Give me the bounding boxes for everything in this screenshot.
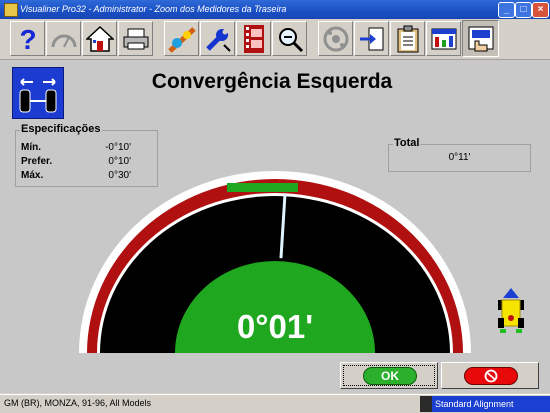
spec-min-label: Mín. — [21, 142, 41, 153]
alignment-button[interactable] — [164, 21, 199, 56]
chart-icon — [431, 28, 456, 49]
wrench-icon — [205, 28, 231, 52]
gauge-reading: 0°01' — [236, 308, 314, 345]
vehicle-info: GM (BR), MONZA, 91-96, All Models — [4, 398, 152, 408]
total-label: Total — [393, 137, 421, 149]
ok-button[interactable]: OK — [340, 362, 438, 389]
gauge-green-zone — [227, 183, 298, 192]
gauge-icon — [51, 34, 76, 47]
window-title: Visualiner Pro32 - Administrator - Zoom … — [20, 4, 287, 14]
mode-icon — [420, 396, 432, 412]
toe-icon — [19, 78, 57, 113]
export-button[interactable] — [354, 21, 389, 56]
app-icon — [4, 3, 18, 17]
cancel-icon — [484, 369, 498, 383]
gauge-button[interactable] — [46, 21, 81, 56]
clipboard-icon — [397, 25, 418, 52]
export-icon — [359, 27, 383, 50]
spec-max-label: Máx. — [21, 170, 44, 181]
alignment-mode-label: Standard Alignment — [435, 399, 514, 409]
chart-button[interactable] — [426, 21, 461, 56]
svg-text:?: ? — [19, 25, 36, 53]
help-button[interactable]: ? — [10, 21, 45, 56]
close-button[interactable]: × — [532, 2, 549, 18]
main-content: Convergência Esquerda Especificações Mín… — [0, 60, 550, 393]
cancel-pill — [464, 367, 518, 385]
toe-logo — [12, 67, 64, 119]
zoom-icon — [278, 27, 303, 52]
cancel-button[interactable] — [441, 362, 539, 389]
toolbar: ? — [0, 19, 550, 60]
status-bar: GM (BR), MONZA, 91-96, All Models Standa… — [0, 394, 550, 413]
help-icon: ? — [19, 25, 36, 53]
car-icon — [498, 288, 524, 333]
home-icon — [85, 25, 114, 52]
spec-min-value: -0°10' — [105, 142, 131, 153]
home-button[interactable] — [82, 21, 117, 56]
tire-icon — [323, 26, 348, 51]
spec-pref-label: Prefer. — [21, 156, 53, 167]
specifications-label: Especificações — [20, 123, 102, 135]
wrench-button[interactable] — [200, 21, 235, 56]
title-bar: Visualiner Pro32 - Administrator - Zoom … — [0, 0, 550, 19]
clipboard-button[interactable] — [390, 21, 425, 56]
tire-button[interactable] — [318, 21, 353, 56]
print-button[interactable] — [118, 21, 153, 56]
hand-icon — [468, 26, 493, 51]
alignment-icon — [167, 26, 196, 53]
hand-button[interactable] — [462, 20, 499, 57]
zoom-button[interactable] — [272, 21, 307, 56]
ok-label: OK — [363, 367, 417, 385]
total-value: 0°11' — [448, 152, 471, 163]
film-icon — [243, 24, 264, 53]
page-title: Convergência Esquerda — [151, 70, 393, 93]
film-button[interactable] — [236, 21, 271, 56]
printer-icon — [123, 28, 148, 49]
minimize-button[interactable]: _ — [498, 2, 515, 18]
maximize-button[interactable]: □ — [515, 2, 532, 18]
alignment-mode: Standard Alignment — [420, 396, 550, 412]
